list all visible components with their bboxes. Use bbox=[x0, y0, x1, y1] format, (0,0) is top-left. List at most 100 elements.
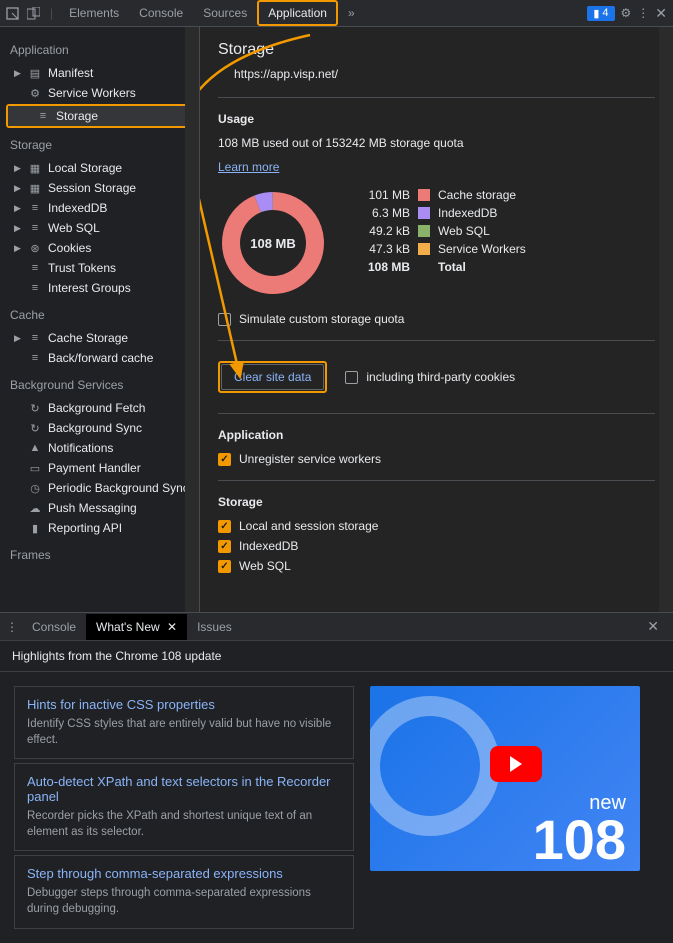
storage-check-indexeddb[interactable]: IndexedDB bbox=[218, 539, 655, 553]
toolbar-tab-application[interactable]: Application bbox=[257, 0, 338, 26]
caret-icon: ▶ bbox=[14, 163, 22, 174]
sidebar-item-interest-groups[interactable]: ≡ Interest Groups bbox=[0, 278, 199, 298]
sidebar-item-background-sync[interactable]: ↻Background Sync bbox=[0, 418, 199, 438]
toolbar-tabs: ElementsConsoleSourcesApplication» bbox=[59, 0, 587, 26]
sidebar-item-notifications[interactable]: ▲Notifications bbox=[0, 438, 199, 458]
hint-title: Step through comma-separated expressions bbox=[27, 866, 341, 881]
caret-icon: ▶ bbox=[14, 68, 22, 79]
sidebar-item-label: Web SQL bbox=[48, 221, 100, 235]
drawer-tab-console[interactable]: Console bbox=[22, 614, 86, 640]
legend-row: 6.3 MBIndexedDB bbox=[358, 206, 526, 220]
drawer: ⋮ ConsoleWhat's New ✕Issues ✕ Highlights… bbox=[0, 612, 673, 923]
sidebar-item-back-forward-cache[interactable]: ≡Back/forward cache bbox=[0, 348, 199, 368]
sidebar: Application▶▤Manifest⚙Service Workers≡St… bbox=[0, 27, 200, 612]
drawer-close-icon[interactable]: ✕ bbox=[639, 614, 667, 639]
storage-check-local-and-session-storage[interactable]: Local and session storage bbox=[218, 519, 655, 533]
issues-badge[interactable]: ▮ 4 bbox=[587, 6, 614, 21]
db-icon: ≡ bbox=[28, 282, 42, 294]
sidebar-section-frames: Frames bbox=[0, 542, 199, 568]
devtools-toolbar: | ElementsConsoleSourcesApplication» ▮ 4… bbox=[0, 0, 673, 27]
sidebar-item-push-messaging[interactable]: ☁Push Messaging bbox=[0, 498, 199, 518]
checkbox-icon bbox=[218, 520, 231, 533]
inspect-icon[interactable] bbox=[6, 7, 19, 20]
sidebar-item-manifest[interactable]: ▶ ▤ Manifest bbox=[0, 63, 199, 83]
drawer-tabs: ⋮ ConsoleWhat's New ✕Issues ✕ bbox=[0, 613, 673, 641]
learn-more-link[interactable]: Learn more bbox=[218, 160, 279, 174]
caret-icon: ▶ bbox=[14, 333, 22, 344]
toolbar-tab-console[interactable]: Console bbox=[129, 0, 193, 26]
sidebar-item-indexeddb[interactable]: ▶≡IndexedDB bbox=[0, 198, 199, 218]
drawer-more-icon[interactable]: ⋮ bbox=[6, 620, 18, 634]
play-icon bbox=[490, 746, 542, 782]
drawer-tab-issues[interactable]: Issues bbox=[187, 614, 242, 640]
toolbar-tab-elements[interactable]: Elements bbox=[59, 0, 129, 26]
content-pane: Storage https://app.visp.net/ Usage 108 … bbox=[200, 27, 673, 612]
sidebar-item-label: Session Storage bbox=[48, 181, 136, 195]
legend-row: 101 MBCache storage bbox=[358, 188, 526, 202]
hint-desc: Identify CSS styles that are entirely va… bbox=[27, 716, 341, 748]
scrollbar[interactable] bbox=[659, 27, 673, 612]
sidebar-item-label: Background Fetch bbox=[48, 401, 145, 415]
sidebar-item-label: Reporting API bbox=[48, 521, 122, 535]
sidebar-item-background-fetch[interactable]: ↻Background Fetch bbox=[0, 398, 199, 418]
hint-card[interactable]: Hints for inactive CSS properties Identif… bbox=[14, 686, 354, 759]
hint-card[interactable]: Step through comma-separated expressions… bbox=[14, 855, 354, 928]
db-icon: ≡ bbox=[28, 262, 42, 274]
usage-legend: 101 MBCache storage6.3 MBIndexedDB49.2 k… bbox=[358, 188, 526, 274]
toolbar-tab-sources[interactable]: Sources bbox=[193, 0, 257, 26]
sidebar-item-label: Trust Tokens bbox=[48, 261, 116, 275]
sidebar-item-label: IndexedDB bbox=[48, 201, 107, 215]
sidebar-item-session-storage[interactable]: ▶▦Session Storage bbox=[0, 178, 199, 198]
cookie-icon: ⊛ bbox=[28, 242, 42, 255]
settings-icon[interactable]: ⚙ bbox=[621, 6, 632, 20]
gear-icon: ⚙ bbox=[28, 87, 42, 100]
simulate-quota-checkbox[interactable]: Simulate custom storage quota bbox=[218, 312, 655, 326]
sidebar-item-cookies[interactable]: ▶⊛Cookies bbox=[0, 238, 199, 258]
sidebar-item-web-sql[interactable]: ▶ ≡ Web SQL bbox=[0, 218, 199, 238]
hint-title: Auto-detect XPath and text selectors in … bbox=[27, 774, 341, 804]
storage-check-web-sql[interactable]: Web SQL bbox=[218, 559, 655, 573]
db-icon: ≡ bbox=[28, 222, 42, 234]
scrollbar[interactable] bbox=[185, 27, 199, 612]
sidebar-item-local-storage[interactable]: ▶▦Local Storage bbox=[0, 158, 199, 178]
page-title: Storage bbox=[218, 41, 655, 59]
hint-card[interactable]: Auto-detect XPath and text selectors in … bbox=[14, 763, 354, 851]
report-icon: ▮ bbox=[28, 522, 42, 535]
more-icon[interactable]: ⋮ bbox=[637, 6, 649, 20]
sidebar-item-label: Payment Handler bbox=[48, 461, 141, 475]
third-party-checkbox[interactable]: including third-party cookies bbox=[345, 370, 515, 384]
caret-icon: ▶ bbox=[14, 223, 22, 234]
sidebar-item-service-workers[interactable]: ⚙Service Workers bbox=[0, 83, 199, 103]
cloud-icon: ☁ bbox=[28, 502, 42, 515]
usage-heading: Usage bbox=[218, 112, 655, 126]
sidebar-item-payment-handler[interactable]: ▭Payment Handler bbox=[0, 458, 199, 478]
checkbox-icon bbox=[218, 453, 231, 466]
sidebar-item-label: Manifest bbox=[48, 66, 93, 80]
sidebar-item-label: Storage bbox=[56, 109, 98, 123]
sidebar-item-reporting-api[interactable]: ▮ Reporting API bbox=[0, 518, 199, 538]
sidebar-section-cache: Cache bbox=[0, 302, 199, 328]
sidebar-item-cache-storage[interactable]: ▶≡Cache Storage bbox=[0, 328, 199, 348]
hint-desc: Debugger steps through comma-separated e… bbox=[27, 885, 341, 917]
checkbox-icon bbox=[218, 560, 231, 573]
caret-icon: ▶ bbox=[14, 183, 22, 194]
sidebar-item-storage[interactable]: ≡Storage bbox=[8, 106, 191, 126]
device-icon[interactable] bbox=[27, 7, 40, 20]
hint-title: Hints for inactive CSS properties bbox=[27, 697, 341, 712]
storage-heading: Storage bbox=[218, 495, 655, 509]
hint-desc: Recorder picks the XPath and shortest un… bbox=[27, 808, 341, 840]
donut-total: 108 MB bbox=[218, 188, 328, 298]
sidebar-section-background-services: Background Services bbox=[0, 372, 199, 398]
usage-donut-chart: 108 MB bbox=[218, 188, 328, 298]
sidebar-item-periodic-background-sync[interactable]: ◷Periodic Background Sync bbox=[0, 478, 199, 498]
clear-site-data-button[interactable]: Clear site data bbox=[221, 364, 324, 390]
close-icon[interactable]: ✕ bbox=[655, 5, 667, 22]
unregister-sw-checkbox[interactable]: Unregister service workers bbox=[218, 452, 655, 466]
drawer-tab-what-s-new[interactable]: What's New ✕ bbox=[86, 614, 187, 640]
sidebar-item-trust-tokens[interactable]: ≡ Trust Tokens bbox=[0, 258, 199, 278]
whats-new-video[interactable]: new 108 bbox=[370, 686, 640, 871]
sidebar-item-label: Interest Groups bbox=[48, 281, 131, 295]
sidebar-item-label: Cache Storage bbox=[48, 331, 128, 345]
manifest-icon: ▤ bbox=[28, 67, 42, 80]
toolbar-overflow[interactable]: » bbox=[338, 0, 365, 26]
